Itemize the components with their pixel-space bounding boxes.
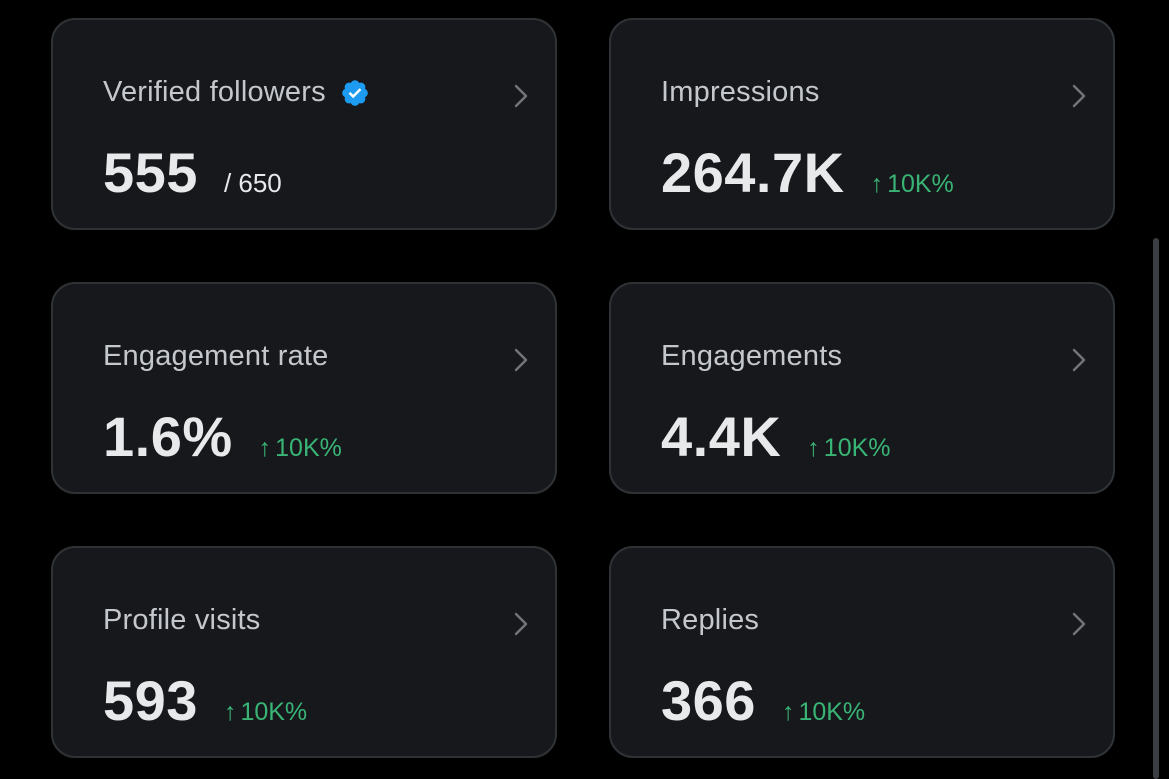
card-label: Impressions [661, 76, 820, 108]
change-value: 10K% [275, 434, 342, 462]
chevron-right-icon[interactable] [509, 346, 533, 374]
card-label: Profile visits [103, 604, 261, 636]
verified-badge-icon [340, 78, 370, 108]
chevron-right-icon[interactable] [509, 82, 533, 110]
change-value: 10K% [887, 170, 954, 198]
chevron-right-icon[interactable] [509, 610, 533, 638]
scrollbar[interactable] [1153, 238, 1159, 779]
chevron-right-icon[interactable] [1067, 346, 1091, 374]
card-replies[interactable]: Replies 366 ↑ 10K% [609, 546, 1115, 758]
card-label-row: Engagement rate [103, 340, 328, 373]
analytics-overview: Verified followers 555 / 650 Impressions… [0, 0, 1169, 779]
arrow-up-icon: ↑ [870, 170, 884, 198]
card-label-row: Verified followers [103, 76, 370, 109]
metric-value: 555 [103, 141, 198, 204]
card-engagements[interactable]: Engagements 4.4K ↑ 10K% [609, 282, 1115, 494]
arrow-up-icon: ↑ [258, 434, 272, 462]
arrow-up-icon: ↑ [781, 698, 795, 726]
card-label: Verified followers [103, 76, 326, 108]
card-impressions[interactable]: Impressions 264.7K ↑ 10K% [609, 18, 1115, 230]
value-row: 366 ↑ 10K% [661, 668, 865, 733]
arrow-up-icon: ↑ [223, 698, 237, 726]
change-value: 10K% [823, 434, 891, 462]
chevron-right-icon[interactable] [1067, 610, 1091, 638]
metric-value: 366 [661, 669, 756, 732]
value-row: 264.7K ↑ 10K% [661, 140, 954, 205]
value-row: 4.4K ↑ 10K% [661, 404, 891, 469]
change-value: 10K% [240, 698, 308, 726]
card-engagement-rate[interactable]: Engagement rate 1.6% ↑ 10K% [51, 282, 557, 494]
change-value: 10K% [798, 698, 866, 726]
metric-value: 1.6% [103, 405, 233, 468]
chevron-right-icon[interactable] [1067, 82, 1091, 110]
card-label: Replies [661, 604, 760, 636]
metric-change: ↑ 10K% [782, 698, 865, 727]
metric-value: 593 [103, 669, 198, 732]
metric-change: ↑ 10K% [807, 434, 890, 463]
card-label-row: Replies [661, 604, 759, 637]
metric-total: / 650 [223, 168, 282, 198]
value-row: 593 ↑ 10K% [103, 668, 307, 733]
metric-value: 264.7K [661, 141, 845, 204]
card-label: Engagement rate [103, 340, 329, 372]
metric-change: ↑ 10K% [259, 434, 342, 463]
card-profile-visits[interactable]: Profile visits 593 ↑ 10K% [51, 546, 557, 758]
metric-change: ↑ 10K% [871, 170, 954, 199]
value-row: 1.6% ↑ 10K% [103, 404, 342, 469]
card-label-row: Engagements [661, 340, 842, 373]
card-verified-followers[interactable]: Verified followers 555 / 650 [51, 18, 557, 230]
card-label-row: Impressions [661, 76, 820, 109]
card-label-row: Profile visits [103, 604, 261, 637]
metric-change: ↑ 10K% [224, 698, 307, 727]
metric-value: 4.4K [661, 405, 782, 468]
card-label: Engagements [661, 340, 843, 372]
arrow-up-icon: ↑ [807, 434, 820, 462]
value-row: 555 / 650 [103, 140, 282, 205]
